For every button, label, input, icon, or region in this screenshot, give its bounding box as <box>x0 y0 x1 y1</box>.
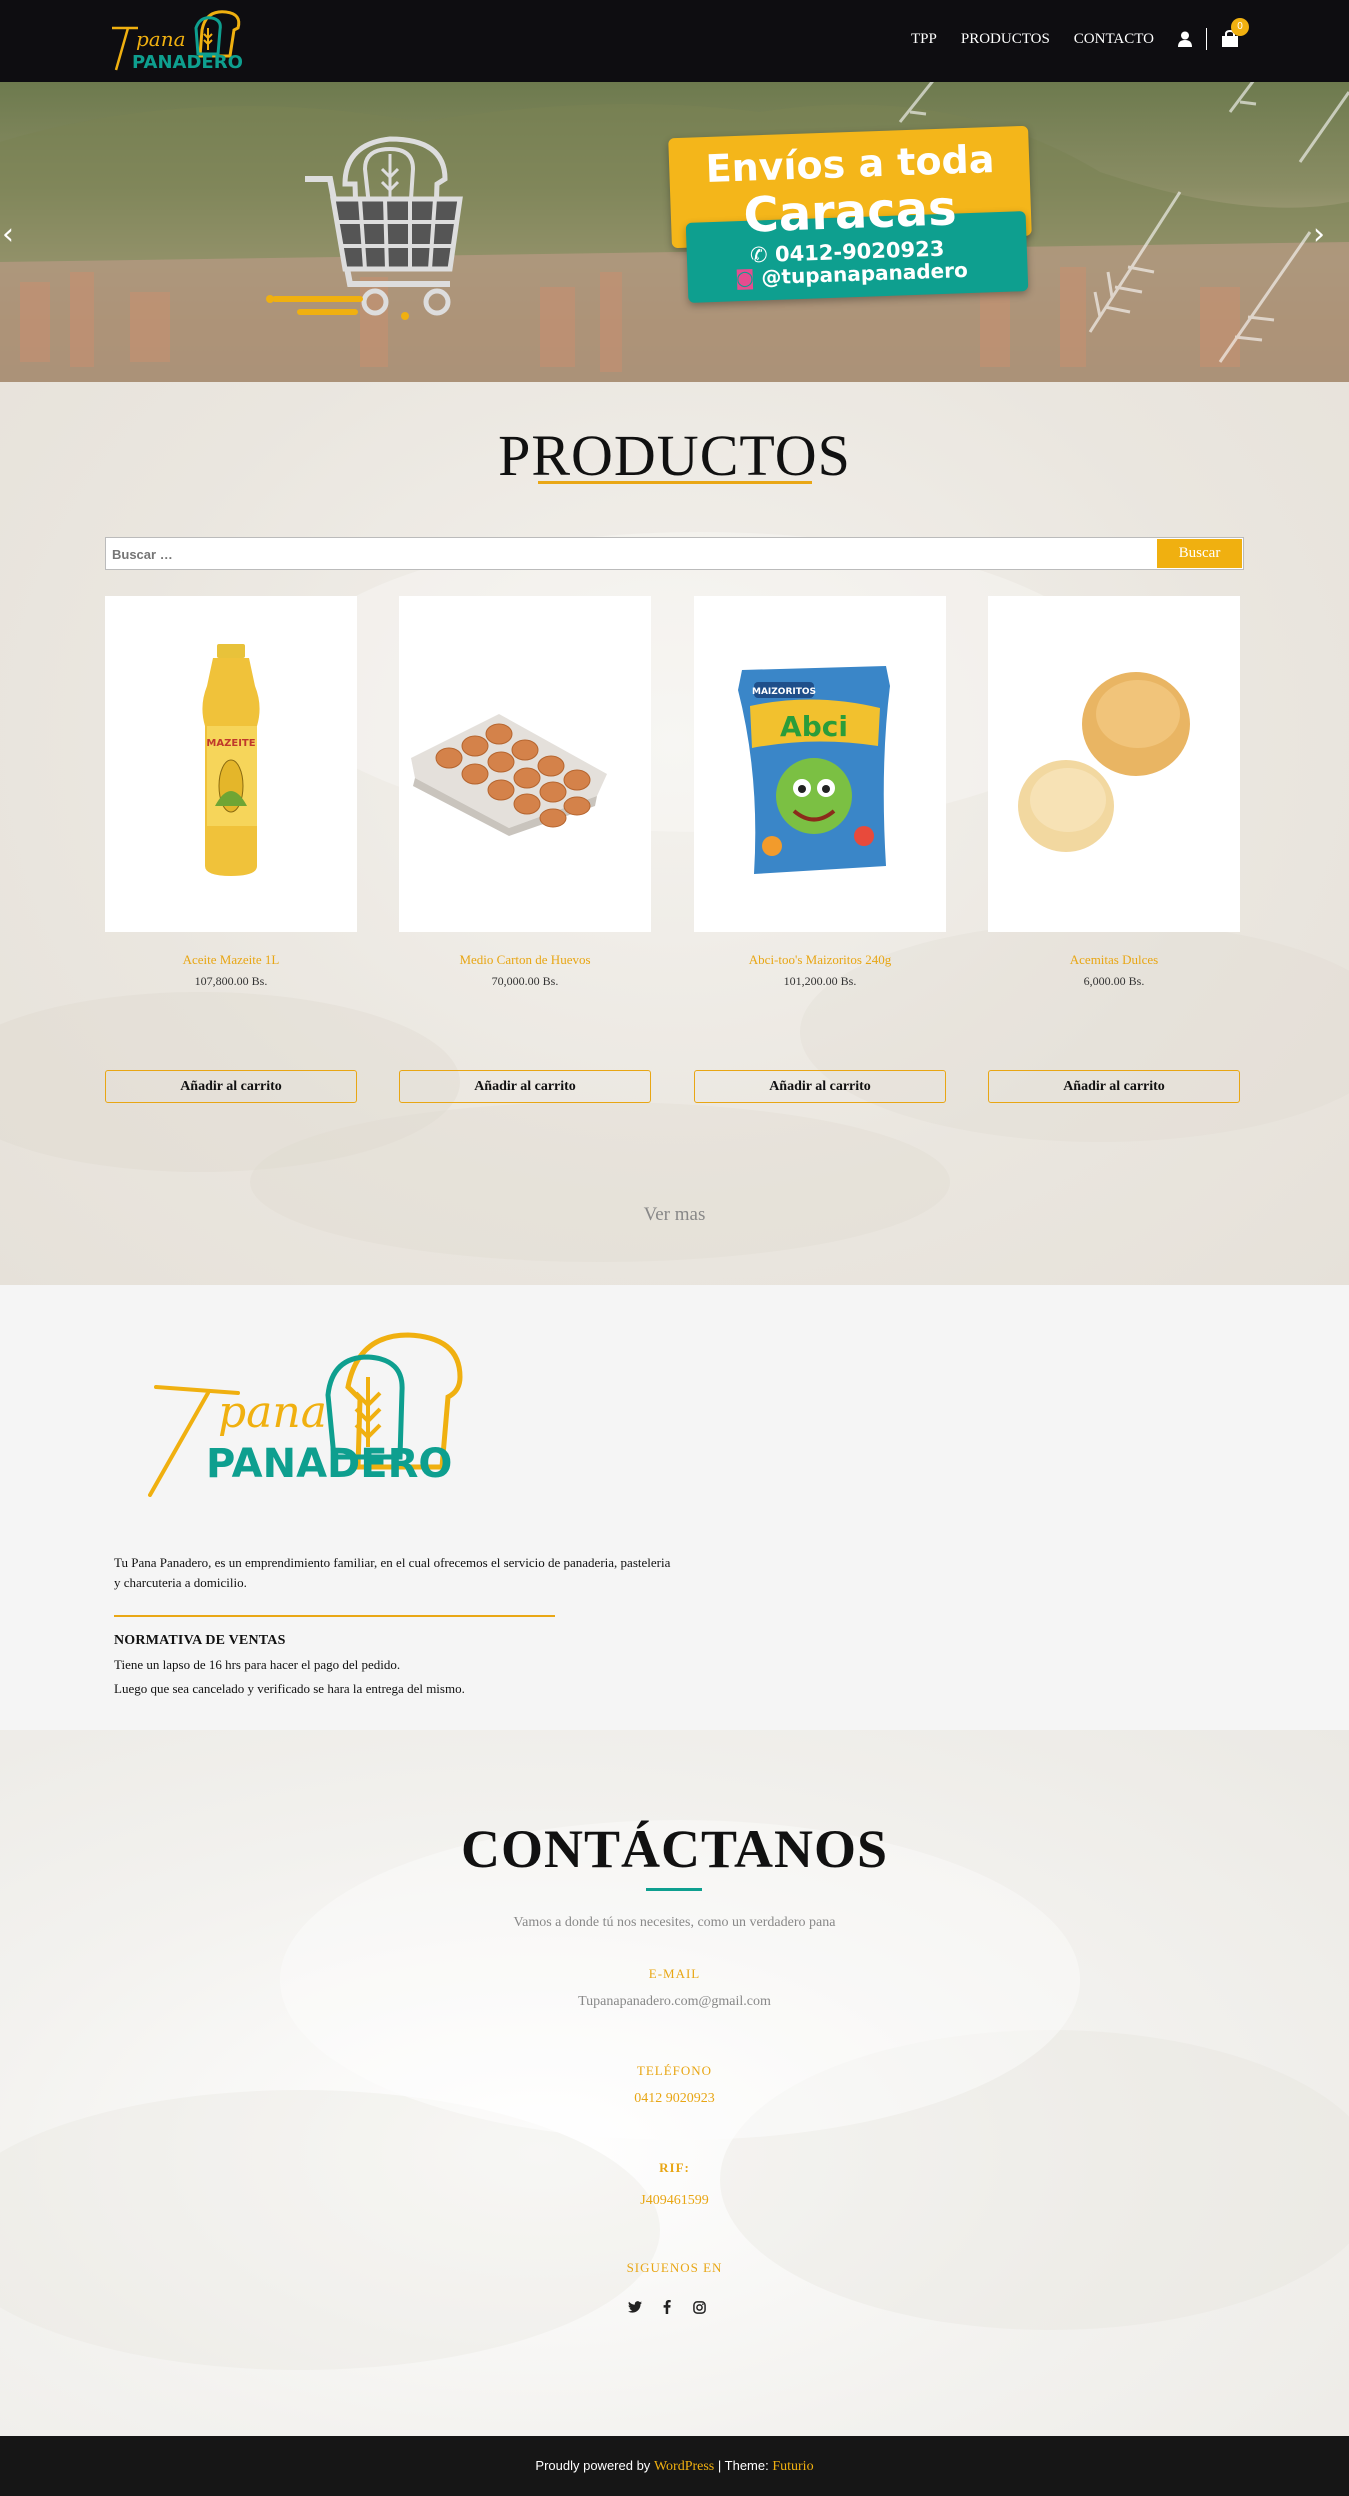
social-links <box>628 2300 706 2314</box>
add-to-cart-button[interactable]: Añadir al carrito <box>105 1070 357 1103</box>
product-price: 107,800.00 Bs. <box>194 974 268 988</box>
product-search-form: Buscar <box>105 537 1244 570</box>
rif-label: RIF: <box>659 2160 690 2175</box>
product-price: 6,000.00 Bs. <box>1083 974 1145 988</box>
product-image[interactable] <box>988 596 1240 932</box>
about-section: pana PANADERO Tu Pana Panadero, es un em… <box>0 1285 1349 1730</box>
footer-powered-by: Proudly powered by <box>535 2458 651 2473</box>
svg-text:pana: pana <box>218 1387 327 1438</box>
add-to-cart-button[interactable]: Añadir al carrito <box>694 1070 946 1103</box>
nav-item-contacto[interactable]: CONTACTO <box>1074 31 1154 48</box>
svg-text:Abci: Abci <box>780 710 848 743</box>
view-more-link[interactable]: Ver mas <box>0 1204 1349 1226</box>
cart-logo-illustration <box>266 136 463 320</box>
nav-item-productos[interactable]: PRODUCTOS <box>961 31 1050 48</box>
email-value[interactable]: Tupanapanadero.com@gmail.com <box>0 1994 1349 2010</box>
products-title-underline <box>538 481 812 484</box>
product-image[interactable]: MAZEITE <box>105 596 357 932</box>
product-card[interactable]: MAIZORITOS Abci Abci-too's Maizoritos 24… <box>694 596 946 1103</box>
site-header: pana PANADERO TPP PRODUCTOS CONTACTO 0 <box>0 0 1349 82</box>
product-search-input[interactable] <box>112 544 1112 564</box>
product-price: 70,000.00 Bs. <box>491 974 559 988</box>
footer-theme-link[interactable]: Futurio <box>772 2459 813 2474</box>
svg-text:PANADERO: PANADERO <box>206 1441 452 1487</box>
product-name[interactable]: Aceite Mazeite 1L <box>105 952 357 968</box>
svg-text:PANADERO: PANADERO <box>132 52 243 73</box>
facebook-icon[interactable] <box>660 2300 674 2314</box>
svg-text:MAIZORITOS: MAIZORITOS <box>752 687 816 697</box>
product-name[interactable]: Acemitas Dulces <box>988 952 1240 968</box>
chevron-left-icon[interactable]: ‹ <box>2 217 14 252</box>
product-card[interactable]: MAZEITE Aceite Mazeite 1L 107,800.00 Bs.… <box>105 596 357 1103</box>
nav-item-tpp[interactable]: TPP <box>911 31 937 48</box>
contact-title: CONTÁCTANOS <box>460 1819 889 1879</box>
whatsapp-icon: ✆ <box>749 242 769 268</box>
about-divider <box>114 1615 555 1617</box>
product-name[interactable]: Medio Carton de Huevos <box>399 952 651 968</box>
cart-button[interactable]: 0 <box>1221 18 1249 48</box>
rif-value: J409461599 <box>640 2193 709 2208</box>
product-price: 101,200.00 Bs. <box>783 974 857 988</box>
contact-title-underline <box>646 1888 702 1891</box>
svg-text:pana: pana <box>136 27 186 51</box>
cart-count-badge: 0 <box>1231 18 1249 36</box>
instagram-icon[interactable] <box>692 2300 706 2314</box>
search-button[interactable]: Buscar <box>1157 539 1242 568</box>
tu-pana-panadero-logo: pana PANADERO <box>148 1332 463 1497</box>
contact-subtitle: Vamos a donde tú nos necesites, como un … <box>513 1915 836 1930</box>
policy-line-1: Tiene un lapso de 16 hrs para hacer el p… <box>114 1657 401 1672</box>
follow-label: SIGUENOS EN <box>626 2260 723 2275</box>
phone-label: TELÉFONO <box>636 2063 713 2078</box>
products-section: PRODUCTOS Buscar MAZEITE Aceite Mazeite … <box>0 382 1349 1285</box>
nav-divider <box>1206 28 1207 50</box>
shipping-promo-banner: Envíos a toda Caracas ✆ 0412-9020923 ◙ @… <box>668 125 1032 307</box>
twitter-icon[interactable] <box>628 2300 642 2314</box>
product-card[interactable]: Acemitas Dulces 6,000.00 Bs. Añadir al c… <box>988 596 1240 1103</box>
policy-line-2: Luego que sea cancelado y verificado se … <box>114 1681 465 1696</box>
add-to-cart-button[interactable]: Añadir al carrito <box>988 1070 1240 1103</box>
about-description: Tu Pana Panadero, es un emprendimiento f… <box>114 1555 671 1590</box>
email-label: E-MAIL <box>648 1966 701 1981</box>
hero-slider: Envíos a toda Caracas ✆ 0412-9020923 ◙ @… <box>0 82 1349 382</box>
chevron-right-icon[interactable]: › <box>1313 217 1325 252</box>
contact-section: CONTÁCTANOS Vamos a donde tú nos necesit… <box>0 1730 1349 2436</box>
footer-wordpress-link[interactable]: WordPress <box>654 2459 714 2474</box>
product-card[interactable]: Medio Carton de Huevos 70,000.00 Bs. Aña… <box>399 596 651 1103</box>
main-nav: TPP PRODUCTOS CONTACTO 0 <box>911 18 1249 50</box>
user-icon[interactable] <box>1178 31 1192 47</box>
products-title: PRODUCTOS <box>498 423 851 488</box>
product-name[interactable]: Abci-too's Maizoritos 240g <box>694 952 946 968</box>
product-image[interactable]: MAIZORITOS Abci <box>694 596 946 932</box>
add-to-cart-button[interactable]: Añadir al carrito <box>399 1070 651 1103</box>
product-image[interactable] <box>399 596 651 932</box>
site-logo[interactable]: pana PANADERO <box>108 6 243 74</box>
footer-theme-label: | Theme: <box>717 2458 769 2473</box>
site-footer: Proudly powered by WordPress | Theme: Fu… <box>0 2436 1349 2496</box>
svg-text:MAZEITE: MAZEITE <box>206 738 255 749</box>
phone-value[interactable]: 0412 9020923 <box>0 2091 1349 2107</box>
policy-title: NORMATIVA DE VENTAS <box>114 1633 286 1648</box>
instagram-icon: ◙ <box>734 265 755 291</box>
